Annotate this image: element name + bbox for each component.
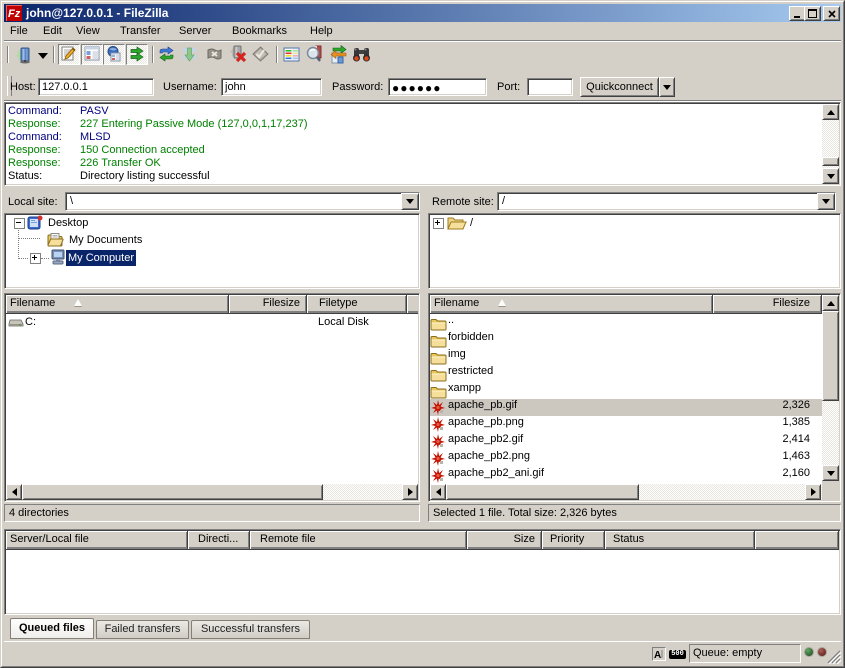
svg-text:Fz: Fz xyxy=(8,8,21,20)
svg-text:A: A xyxy=(654,650,661,659)
